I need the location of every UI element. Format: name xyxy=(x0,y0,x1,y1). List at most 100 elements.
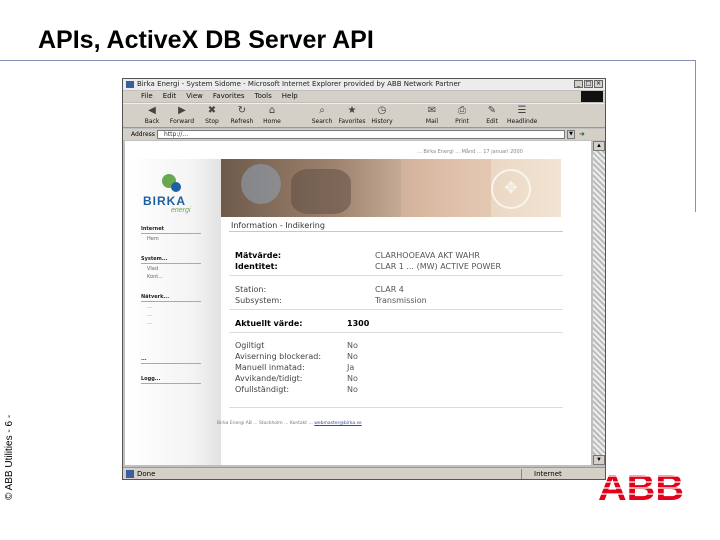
detail-value: Transmission xyxy=(375,296,427,305)
svg-text:ABB: ABB xyxy=(598,470,684,502)
scroll-down-icon[interactable]: ▼ xyxy=(593,455,605,465)
stop-button[interactable]: ✖ Stop xyxy=(197,104,227,128)
nav-heading[interactable]: Logg... xyxy=(141,375,201,384)
search-icon: ⌕ xyxy=(319,105,325,116)
nav-link[interactable]: ... xyxy=(141,311,201,319)
menu-favorites[interactable]: Favorites xyxy=(213,91,245,102)
detail-label: Ofullständigt: xyxy=(235,385,290,394)
page-header-date: ... Birka Energi ... Månd ... 17 januari… xyxy=(417,149,523,155)
ie-icon xyxy=(126,81,134,88)
nav-link[interactable]: Kont... xyxy=(141,273,201,281)
menu-edit[interactable]: Edit xyxy=(163,91,177,102)
headline-icon: ☰ xyxy=(517,105,527,116)
page-footer: Birka Energi AB ... Stockholm ... Kontak… xyxy=(217,421,362,426)
nav-heading: Nätverk... xyxy=(141,293,201,302)
menu-tools[interactable]: Tools xyxy=(255,91,272,102)
row-divider xyxy=(229,275,563,276)
detail-label: Aviserning blockerad: xyxy=(235,352,322,361)
favorites-icon: ★ xyxy=(347,105,357,116)
forward-arrow-icon: ▶ xyxy=(178,105,186,116)
detail-label: Ogiltigt xyxy=(235,341,265,350)
nav-link[interactable]: ... xyxy=(141,319,201,327)
close-button[interactable]: × xyxy=(594,80,603,88)
footer-link[interactable]: webmaster@birka.se xyxy=(314,421,361,426)
nav-section-network: Nätverk... ... ... ... xyxy=(141,293,201,327)
row-divider xyxy=(229,332,563,333)
mail-icon: ✉ xyxy=(427,105,437,116)
scroll-up-icon[interactable]: ▲ xyxy=(593,141,605,151)
detail-value: No xyxy=(347,374,358,383)
nav-heading: System... xyxy=(141,255,201,264)
address-input[interactable]: http://... xyxy=(157,130,565,139)
detail-label: Aktuellt värde: xyxy=(235,319,303,328)
window-titlebar[interactable]: Birka Energi - System Sidome - Microsoft… xyxy=(123,79,605,90)
history-button[interactable]: ◷ History xyxy=(367,104,397,128)
nav-link[interactable]: Vlad xyxy=(141,265,201,273)
menu-help[interactable]: Help xyxy=(282,91,298,102)
menu-file[interactable]: File xyxy=(141,91,153,102)
nav-section-misc: ... xyxy=(141,355,201,365)
row-divider xyxy=(229,407,563,408)
status-bar: Done Internet xyxy=(123,467,605,479)
header-photo-banner: ✥ xyxy=(221,159,561,217)
go-arrow-icon[interactable]: ➜ xyxy=(579,130,589,139)
headline-button[interactable]: ☰ Headlinde xyxy=(507,104,537,128)
nav-heading[interactable]: ... xyxy=(141,355,201,364)
stop-icon: ✖ xyxy=(207,105,217,116)
title-rule-vertical xyxy=(695,60,696,212)
windows-logo-throbber xyxy=(581,91,603,102)
detail-label: Mätvärde: xyxy=(235,251,282,260)
brand-name: BIRKA xyxy=(143,194,186,208)
detail-value: No xyxy=(347,385,358,394)
page-done-icon xyxy=(126,470,134,478)
edit-icon: ✎ xyxy=(487,105,497,116)
status-text: Done xyxy=(137,470,156,478)
history-icon: ◷ xyxy=(377,105,387,116)
detail-value: No xyxy=(347,341,358,350)
nav-heading: Internet xyxy=(141,225,201,234)
refresh-icon: ↻ xyxy=(237,105,247,116)
detail-value: CLAR 1 ... (MW) ACTIVE POWER xyxy=(375,262,502,271)
slide-title: APIs, ActiveX DB Server API xyxy=(38,26,374,54)
detail-value: CLAR 4 xyxy=(375,285,404,294)
forward-button[interactable]: ▶ Forward xyxy=(167,104,197,128)
mail-button[interactable]: ✉ Mail xyxy=(417,104,447,128)
search-button[interactable]: ⌕ Search xyxy=(307,104,337,128)
edit-button[interactable]: ✎ Edit xyxy=(477,104,507,128)
detail-value: No xyxy=(347,352,358,361)
address-bar: Address http://... ▼ ➜ xyxy=(123,129,605,140)
nav-section-internet: Internet Hem xyxy=(141,225,201,243)
detail-label: Station: xyxy=(235,285,267,294)
nav-link[interactable]: Hem xyxy=(141,235,201,243)
brand-subtitle: energi xyxy=(171,207,191,214)
address-dropdown-icon[interactable]: ▼ xyxy=(567,130,575,139)
minimize-button[interactable]: _ xyxy=(574,80,583,88)
content-heading: Information - Indikering xyxy=(231,221,325,230)
slide-side-text: © ABB Utilities - 6 - xyxy=(4,414,15,500)
detail-value: CLARHOOEAVA AKT WAHR xyxy=(375,251,480,260)
row-divider xyxy=(229,309,563,310)
print-button[interactable]: ⎙ Print xyxy=(447,104,477,128)
compass-arrows-icon: ✥ xyxy=(491,169,531,209)
footer-text: Birka Energi AB ... Stockholm ... Kontak… xyxy=(217,421,313,426)
refresh-button[interactable]: ↻ Refresh xyxy=(227,104,257,128)
menu-view[interactable]: View xyxy=(186,91,203,102)
maximize-button[interactable]: □ xyxy=(584,80,593,88)
detail-label: Identitet: xyxy=(235,262,278,271)
page-viewport: ... Birka Energi ... Månd ... 17 januari… xyxy=(125,141,591,465)
title-underline xyxy=(0,60,696,61)
home-button[interactable]: ⌂ Home xyxy=(257,104,287,128)
detail-label: Manuell inmatad: xyxy=(235,363,305,372)
content-heading-divider xyxy=(229,231,563,232)
detail-label: Subsystem: xyxy=(235,296,282,305)
back-arrow-icon: ◀ xyxy=(148,105,156,116)
vertical-scrollbar[interactable]: ▲ ▼ xyxy=(593,141,605,465)
home-icon: ⌂ xyxy=(268,105,276,116)
menu-bar: File Edit View Favorites Tools Help xyxy=(123,91,605,102)
nav-section-system: System... Vlad Kont... xyxy=(141,255,201,281)
browser-window: Birka Energi - System Sidome - Microsoft… xyxy=(122,78,606,480)
back-button[interactable]: ◀ Back xyxy=(137,104,167,128)
favorites-button[interactable]: ★ Favorites xyxy=(337,104,367,128)
abb-logo-icon: ABB xyxy=(598,470,686,502)
nav-link[interactable]: ... xyxy=(141,303,201,311)
